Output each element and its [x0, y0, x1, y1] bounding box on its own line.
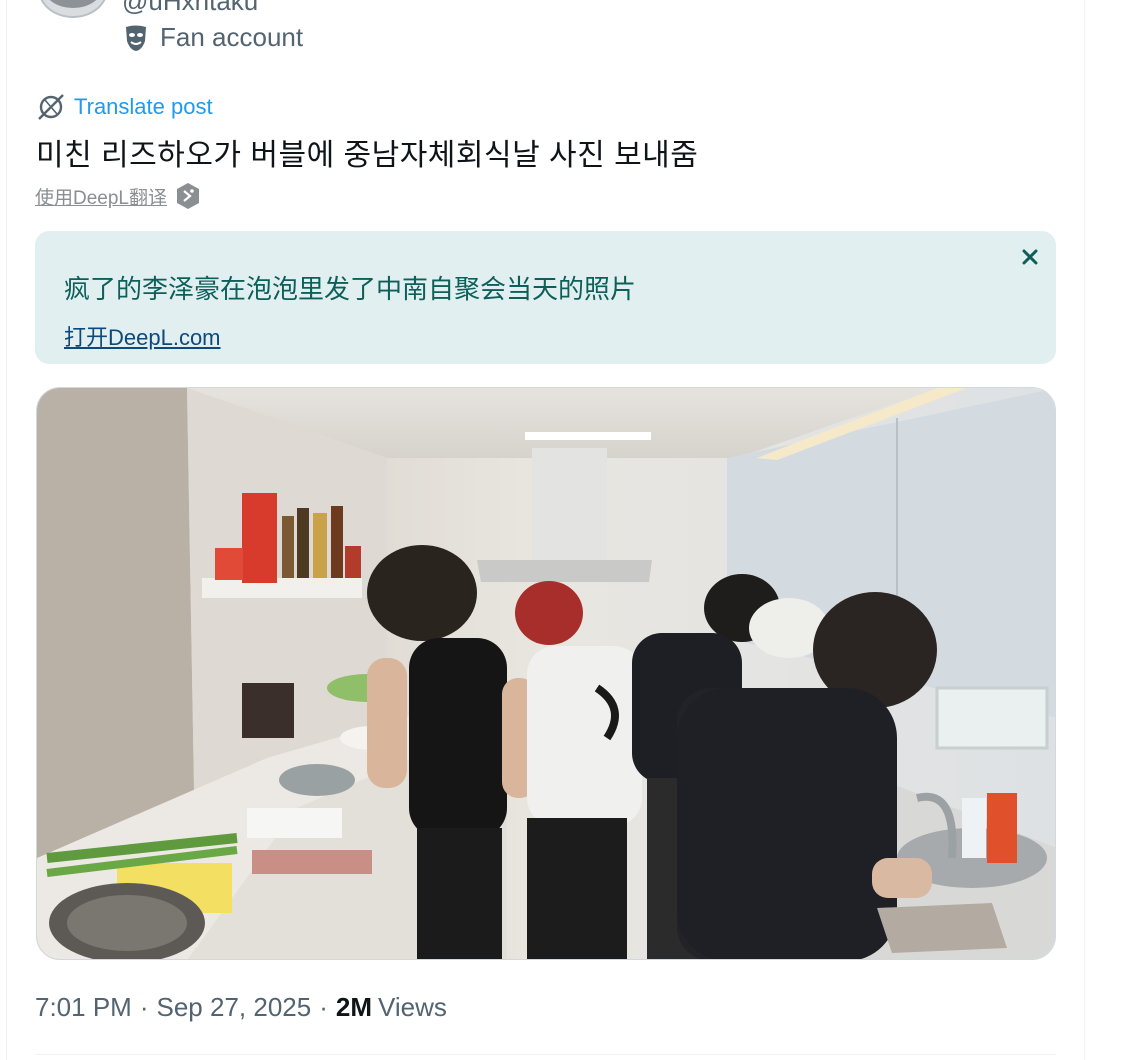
meta-separator: ·: [319, 992, 328, 1022]
post-text: 미친 리즈하오가 버블에 중남자체회식날 사진 보내줌: [36, 139, 699, 172]
translate-post-link[interactable]: Translate post: [36, 92, 213, 122]
deepl-translate-row: 使用DeepL翻译: [35, 182, 201, 210]
author-label-row: Fan account: [122, 22, 303, 53]
meta-separator: ·: [139, 992, 149, 1022]
deepl-icon[interactable]: [175, 182, 201, 210]
theater-mask-icon: [126, 25, 146, 51]
post-photo[interactable]: [36, 387, 1056, 960]
post-time[interactable]: 7:01 PM: [35, 992, 132, 1023]
deepl-translated-text: 疯了的李泽豪在泡泡里发了中南自聚会当天的照片: [64, 274, 637, 304]
fan-account-label: Fan account: [160, 22, 304, 52]
deepl-translation-box: 疯了的李泽豪在泡泡里发了中南自聚会当天的照片 打开DeepL.com: [35, 231, 1056, 364]
author-handle[interactable]: @uHxhtaku: [122, 0, 258, 17]
translate-post-label: Translate post: [74, 94, 213, 119]
globe-icon: [38, 94, 64, 120]
post-meta: 7:01 PM · Sep 27, 2025 · 2M Views: [35, 992, 447, 1023]
deepl-translate-link[interactable]: 使用DeepL翻译: [35, 183, 167, 210]
divider: [35, 1054, 1056, 1055]
views-label: Views: [378, 992, 447, 1022]
close-icon[interactable]: [1018, 245, 1042, 269]
open-deepl-link[interactable]: 打开DeepL.com: [64, 320, 221, 352]
kitchen-photo: [37, 388, 1055, 959]
post-date[interactable]: Sep 27, 2025: [157, 992, 312, 1023]
views-count: 2M: [335, 992, 372, 1022]
